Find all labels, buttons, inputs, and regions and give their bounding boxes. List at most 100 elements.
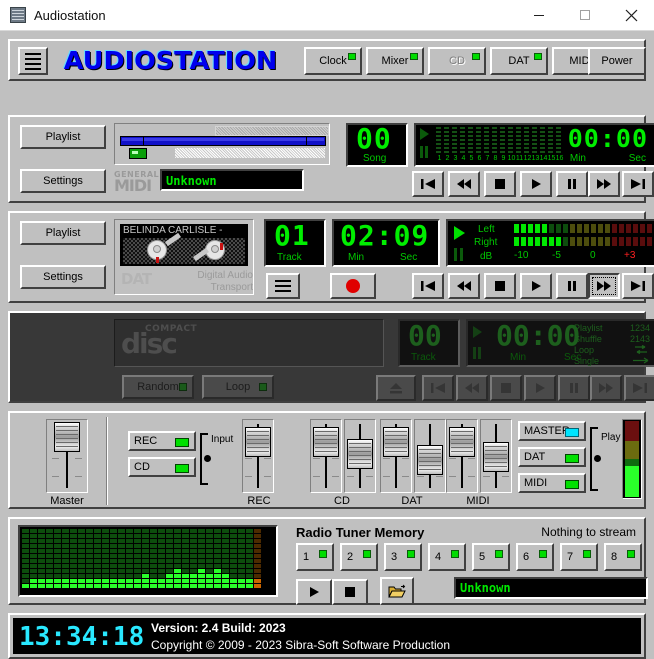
- tuner-preset-3[interactable]: 3: [384, 543, 422, 571]
- dat-list-button[interactable]: [266, 273, 300, 299]
- tuner-preset-1[interactable]: 1: [296, 543, 334, 571]
- spectrum-cell: [86, 584, 93, 588]
- tuner-preset-label: 4: [435, 551, 442, 563]
- spectrum-cell: [166, 579, 173, 583]
- spectrum-cell: [126, 554, 133, 558]
- tuner-preset-4[interactable]: 4: [428, 543, 466, 571]
- spectrum-cell: [246, 534, 253, 538]
- midi-play-button[interactable]: [520, 171, 552, 197]
- midi-playlist-button[interactable]: Playlist: [20, 125, 106, 149]
- minimize-button[interactable]: [516, 0, 562, 30]
- spectrum-cell: [158, 549, 165, 553]
- close-button[interactable]: [608, 0, 654, 30]
- cd-mode-row: Single: [574, 356, 650, 366]
- spectrum-cell: [102, 529, 109, 533]
- tuner-preset-2[interactable]: 2: [340, 543, 378, 571]
- mixer-input-cd-button[interactable]: CD: [128, 457, 196, 477]
- mixer-rec-input-slider[interactable]: [242, 419, 274, 493]
- tuner-play-button[interactable]: [296, 579, 332, 605]
- dat-record-button[interactable]: [330, 273, 376, 299]
- mixer-cd-output-slider[interactable]: [344, 419, 376, 493]
- spectrum-cell: [198, 559, 205, 563]
- mixer-divider: [106, 417, 108, 505]
- tuner-preset-label: 1: [303, 551, 310, 563]
- midi-rewind-button[interactable]: [448, 171, 480, 197]
- vu-segment: [535, 224, 540, 233]
- header-button-mixer[interactable]: Mixer: [366, 47, 424, 75]
- header-button-cd[interactable]: CD: [428, 47, 486, 75]
- mixer-midi-output-slider[interactable]: [480, 419, 512, 493]
- cd-next-track-button[interactable]: [624, 375, 654, 401]
- mixer-input-rec-button[interactable]: REC: [128, 431, 196, 451]
- slider-thumb[interactable]: [347, 439, 373, 469]
- tuner-preset-8[interactable]: 8: [604, 543, 642, 571]
- cd-prev-track-button[interactable]: [422, 375, 454, 401]
- maximize-button[interactable]: [562, 0, 608, 30]
- spectrum-cell: [222, 539, 229, 543]
- mixer-play-dat-button[interactable]: DAT: [518, 447, 586, 467]
- mixer-play-master-button[interactable]: MASTER: [518, 421, 586, 441]
- tuner-open-file-button[interactable]: [380, 577, 414, 605]
- tuner-preset-7[interactable]: 7: [560, 543, 598, 571]
- vu-segment: [556, 237, 561, 246]
- dat-fast-forward-button[interactable]: [588, 273, 620, 299]
- cd-eject-button[interactable]: [376, 375, 416, 401]
- dat-rewind-button[interactable]: [448, 273, 480, 299]
- mixer-dat-output-slider[interactable]: [414, 419, 446, 493]
- tuner-preset-6[interactable]: 6: [516, 543, 554, 571]
- mixer-midi-input-slider[interactable]: [446, 419, 478, 493]
- midi-progress-bar[interactable]: [120, 136, 326, 146]
- cd-fast-forward-button[interactable]: [590, 375, 622, 401]
- header-button-power[interactable]: Power: [588, 47, 646, 75]
- midi-fast-forward-button[interactable]: [588, 171, 620, 197]
- midi-stop-button[interactable]: [484, 171, 516, 197]
- spectrum-cell: [174, 579, 181, 583]
- dat-play-button[interactable]: [520, 273, 552, 299]
- mixer-play-midi-button[interactable]: MIDI: [518, 473, 586, 493]
- slider-thumb[interactable]: [245, 427, 271, 457]
- spectrum-cell: [198, 564, 205, 568]
- cd-pause-button[interactable]: [558, 375, 590, 401]
- midi-time-value: 00:00: [567, 124, 648, 153]
- dat-prev-track-button[interactable]: [412, 273, 444, 299]
- spectrum-cell: [94, 579, 101, 583]
- slider-thumb[interactable]: [383, 427, 409, 457]
- spectrum-cell: [118, 569, 125, 573]
- cd-stop-button[interactable]: [490, 375, 522, 401]
- header-button-dat[interactable]: DAT: [490, 47, 548, 75]
- midi-prev-track-button[interactable]: [412, 171, 444, 197]
- spectrum-cell: [102, 564, 109, 568]
- slider-thumb[interactable]: [313, 427, 339, 457]
- cd-rewind-button[interactable]: [456, 375, 488, 401]
- midi-settings-button[interactable]: Settings: [20, 169, 106, 193]
- midi-progress-area[interactable]: [114, 123, 330, 165]
- midi-next-track-button[interactable]: [622, 171, 654, 197]
- hamburger-menu-icon[interactable]: [18, 47, 48, 75]
- mixer-master-slider[interactable]: [46, 419, 88, 493]
- mixer-dat-input-slider[interactable]: [380, 419, 412, 493]
- spectrum-cell: [254, 579, 261, 583]
- cd-random-button[interactable]: Random: [122, 375, 194, 399]
- header-button-clock[interactable]: Clock: [304, 47, 362, 75]
- spectrum-cell: [246, 559, 253, 563]
- tuner-preset-led-icon: [539, 550, 547, 558]
- midi-pause-button[interactable]: [556, 171, 588, 197]
- spectrum-cell: [158, 584, 165, 588]
- mixer-cd-input-slider[interactable]: [310, 419, 342, 493]
- dat-pause-button[interactable]: [556, 273, 588, 299]
- dat-playlist-button[interactable]: Playlist: [20, 221, 106, 245]
- tuner-preset-5[interactable]: 5: [472, 543, 510, 571]
- cd-play-button[interactable]: [524, 375, 556, 401]
- dat-settings-button[interactable]: Settings: [20, 265, 106, 289]
- dat-next-track-button[interactable]: [622, 273, 654, 299]
- slider-thumb[interactable]: [417, 445, 443, 475]
- spectrum-cell: [158, 554, 165, 558]
- tuner-stop-button[interactable]: [332, 579, 368, 605]
- spectrum-cell: [110, 529, 117, 533]
- slider-thumb[interactable]: [483, 442, 509, 472]
- general-midi-logo: GENERAL MIDI: [114, 170, 160, 195]
- spectrum-cell: [142, 549, 149, 553]
- slider-thumb[interactable]: [449, 427, 475, 457]
- cd-loop-button[interactable]: Loop: [202, 375, 274, 399]
- dat-stop-button[interactable]: [484, 273, 516, 299]
